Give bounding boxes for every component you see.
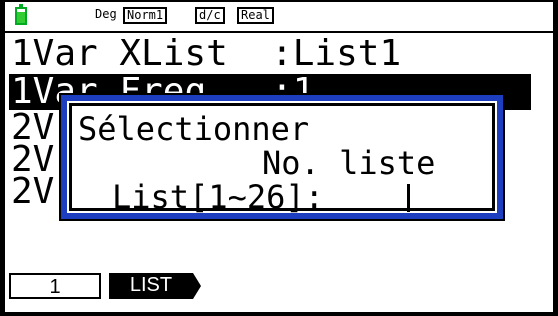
complex-mode-badge: Real (237, 7, 274, 24)
fraction-mode-badge: d/c (195, 7, 225, 24)
setting-row-1var-xlist[interactable]: 1Var XList :List1 (11, 36, 401, 72)
display-format-badge: Norm1 (123, 7, 168, 24)
dialog-body: Sélectionner No. liste List[1~26]: (69, 103, 495, 216)
dialog-subtitle: No. liste (262, 144, 436, 182)
f1-key-1[interactable]: 1 (9, 273, 101, 299)
dialog-title: Sélectionner (78, 110, 310, 148)
f2-key-list[interactable]: LIST (109, 273, 201, 299)
calculator-screen: Deg Norm1 d/c Real 1Var XList :List1 1Va… (5, 2, 553, 312)
status-bar: Deg Norm1 d/c Real (5, 2, 553, 33)
text-cursor[interactable] (407, 184, 410, 212)
list-number-prompt: List[1~26]: (112, 178, 344, 216)
select-list-dialog: Sélectionner No. liste List[1~26]: (61, 95, 503, 219)
setting-row-2var-c[interactable]: 2V (11, 174, 54, 210)
angle-mode-badge: Deg (95, 7, 117, 21)
battery-icon (15, 4, 27, 25)
